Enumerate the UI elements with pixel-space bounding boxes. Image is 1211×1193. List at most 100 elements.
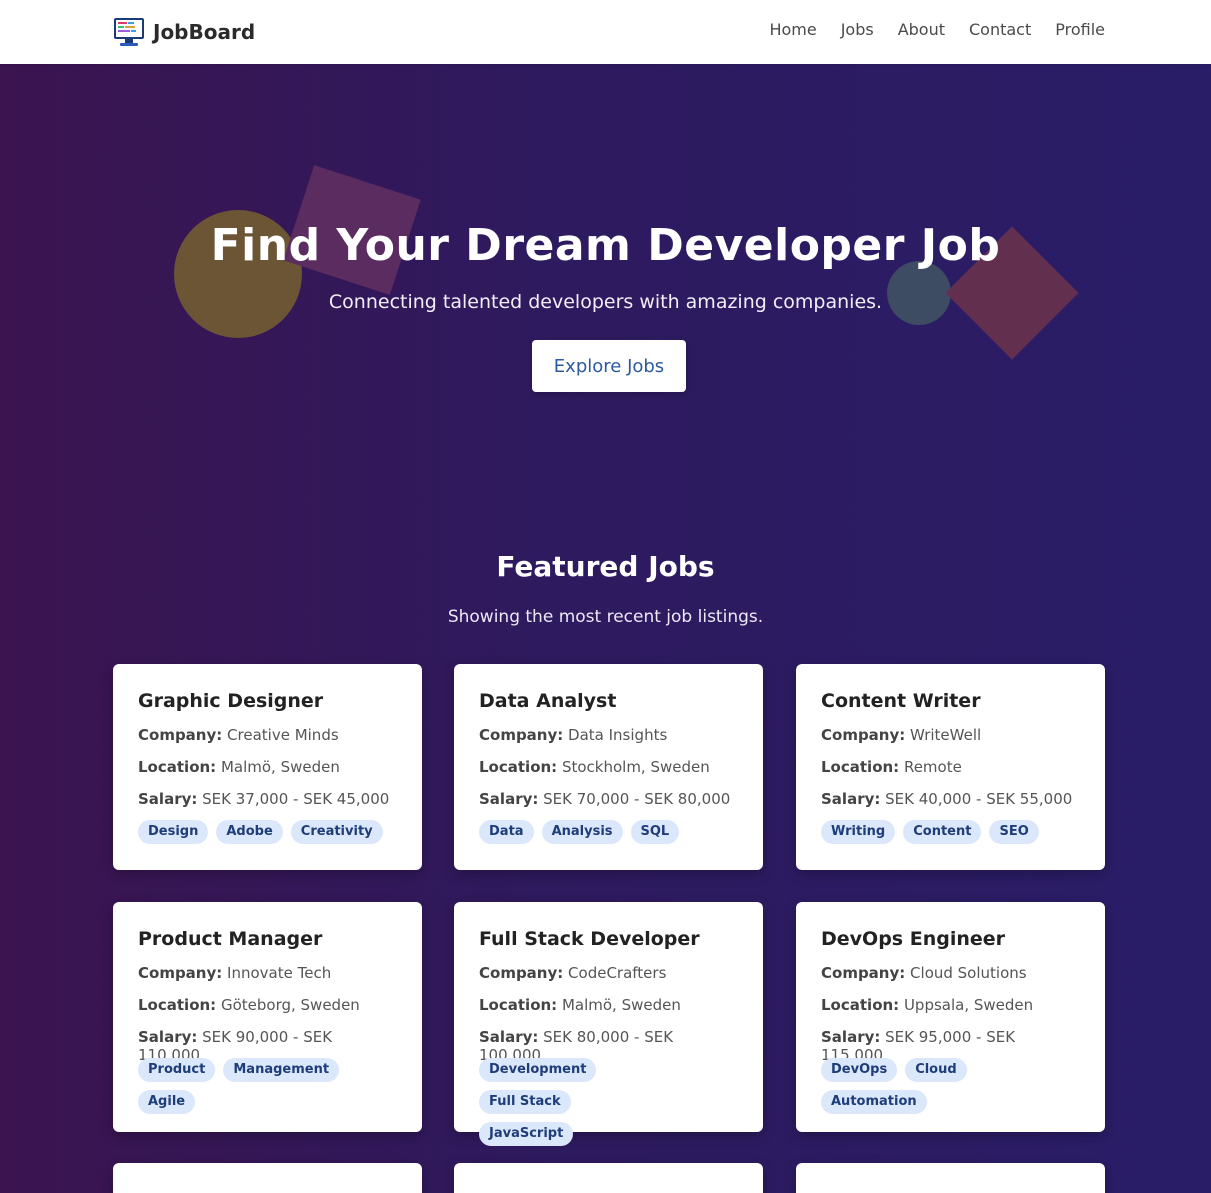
job-company: Company: Innovate Tech	[138, 964, 397, 996]
job-tag[interactable]: Data	[479, 820, 534, 844]
job-company-label: Company:	[479, 726, 564, 744]
job-tag[interactable]: Cloud	[905, 1058, 967, 1082]
job-company-label: Company:	[479, 964, 564, 982]
job-tag[interactable]: Management	[223, 1058, 340, 1082]
job-company-label: Company:	[821, 726, 906, 744]
job-salary-label: Salary:	[821, 1028, 881, 1046]
job-tags: Design Adobe Creativity	[138, 820, 397, 844]
job-location-value: Stockholm, Sweden	[561, 758, 710, 776]
job-tag[interactable]: SQL	[630, 820, 680, 844]
job-tag[interactable]: Development	[479, 1058, 597, 1082]
job-tag[interactable]: Full Stack	[479, 1090, 571, 1114]
job-company: Company: WriteWell	[821, 726, 1080, 758]
job-card-partial[interactable]	[113, 1163, 422, 1193]
job-company-value: Innovate Tech	[227, 964, 332, 982]
job-title: Data Analyst	[479, 690, 617, 712]
job-tags: Writing Content SEO	[821, 820, 1080, 844]
job-salary-value: SEK 37,000 - SEK 45,000	[202, 790, 390, 808]
job-tags: DevOps Cloud Automation	[821, 1058, 1080, 1114]
job-card[interactable]: Content Writer Company: WriteWell Location…	[796, 664, 1105, 870]
job-location-label: Location:	[138, 758, 217, 776]
job-tags: Data Analysis SQL	[479, 820, 738, 844]
job-location: Location: Stockholm, Sweden	[479, 758, 738, 790]
job-card[interactable]: DevOps Engineer Company: Cloud Solutions L…	[796, 902, 1105, 1132]
job-company-label: Company:	[821, 964, 906, 982]
job-company-value: Data Insights	[568, 726, 668, 744]
job-card[interactable]: Product Manager Company: Innovate Tech Loc…	[113, 902, 422, 1132]
job-salary: Salary: SEK 95,000 - SEK 115,000	[821, 1028, 1080, 1064]
job-title: Content Writer	[821, 690, 981, 712]
job-location: Location: Malmö, Sweden	[479, 996, 738, 1028]
job-tag[interactable]: Analysis	[541, 820, 623, 844]
job-location-value: Remote	[903, 758, 962, 776]
nav-profile[interactable]: Profile	[1055, 20, 1105, 39]
navbar: JobBoard Home Jobs About Contact Profile	[0, 0, 1211, 64]
job-salary-value: SEK 70,000 - SEK 80,000	[543, 790, 731, 808]
job-title: DevOps Engineer	[821, 928, 1006, 950]
brand-name: JobBoard	[153, 20, 256, 44]
job-tag[interactable]: Writing	[821, 820, 896, 844]
job-tag[interactable]: Agile	[138, 1090, 196, 1114]
job-tag[interactable]: Design	[138, 820, 209, 844]
job-tag[interactable]: Content	[903, 820, 982, 844]
nav-about[interactable]: About	[898, 20, 945, 39]
nav-home[interactable]: Home	[769, 20, 816, 39]
job-salary-label: Salary:	[479, 1028, 539, 1046]
job-title: Product Manager	[138, 928, 323, 950]
job-title: Graphic Designer	[138, 690, 324, 712]
job-tag[interactable]: Product	[138, 1058, 216, 1082]
job-company-value: CodeCrafters	[568, 964, 667, 982]
job-company: Company: Creative Minds	[138, 726, 397, 758]
featured-jobs-title: Featured Jobs	[496, 550, 715, 583]
job-salary-label: Salary:	[138, 790, 198, 808]
job-location-label: Location:	[821, 758, 900, 776]
job-card[interactable]: Data Analyst Company: Data Insights Locati…	[454, 664, 763, 870]
brand-logo[interactable]: JobBoard	[113, 16, 255, 48]
job-salary-value: SEK 40,000 - SEK 55,000	[885, 790, 1073, 808]
job-company: Company: CodeCrafters	[479, 964, 738, 996]
job-salary: Salary: SEK 37,000 - SEK 45,000	[138, 790, 397, 822]
job-company: Company: Data Insights	[479, 726, 738, 758]
monitor-icon	[114, 18, 144, 46]
job-card[interactable]: Graphic Designer Company: Creative Minds L…	[113, 664, 422, 870]
job-company-value: Creative Minds	[227, 726, 339, 744]
job-card[interactable]: Full Stack Developer Company: CodeCrafter…	[454, 902, 763, 1146]
job-company: Company: Cloud Solutions	[821, 964, 1080, 996]
nav-contact[interactable]: Contact	[969, 20, 1031, 39]
job-tag[interactable]: Creativity	[290, 820, 383, 844]
job-location-label: Location:	[821, 996, 900, 1014]
job-location-value: Malmö, Sweden	[220, 758, 340, 776]
job-salary: Salary: SEK 90,000 - SEK 110,000	[138, 1028, 397, 1064]
job-salary-label: Salary:	[479, 790, 539, 808]
job-tag[interactable]: SEO	[989, 820, 1039, 844]
hero-subtitle: Connecting talented developers with amaz…	[328, 291, 883, 313]
job-company-value: Cloud Solutions	[910, 964, 1027, 982]
job-location-value: Uppsala, Sweden	[903, 996, 1034, 1014]
job-salary: Salary: SEK 40,000 - SEK 55,000	[821, 790, 1080, 822]
job-company-label: Company:	[138, 964, 223, 982]
job-location-value: Malmö, Sweden	[561, 996, 681, 1014]
job-salary-label: Salary:	[821, 790, 881, 808]
job-title: Full Stack Developer	[479, 928, 700, 950]
explore-jobs-button[interactable]: Explore Jobs	[532, 340, 686, 392]
job-card-partial[interactable]	[796, 1163, 1105, 1193]
hero-title: Find Your Dream Developer Job	[210, 220, 1001, 271]
job-location-label: Location:	[479, 758, 558, 776]
job-tag[interactable]: Adobe	[216, 820, 283, 844]
job-tag[interactable]: DevOps	[821, 1058, 898, 1082]
job-tag[interactable]: JavaScript	[479, 1122, 574, 1146]
hero-section: Find Your Dream Developer Job Connecting…	[0, 64, 1211, 504]
featured-jobs-subtitle: Showing the most recent job listings.	[447, 607, 764, 627]
job-company-value: WriteWell	[910, 726, 982, 744]
job-salary: Salary: SEK 70,000 - SEK 80,000	[479, 790, 738, 822]
job-tag[interactable]: Automation	[821, 1090, 927, 1114]
job-location-value: Göteborg, Sweden	[220, 996, 360, 1014]
job-tags: Development Full Stack JavaScript	[479, 1058, 738, 1146]
job-location: Location: Remote	[821, 758, 1080, 790]
job-company-label: Company:	[138, 726, 223, 744]
job-card-partial[interactable]	[454, 1163, 763, 1193]
job-salary-label: Salary:	[138, 1028, 198, 1046]
nav-jobs[interactable]: Jobs	[841, 20, 874, 39]
job-location: Location: Malmö, Sweden	[138, 758, 397, 790]
job-tags: Product Management Agile	[138, 1058, 397, 1114]
